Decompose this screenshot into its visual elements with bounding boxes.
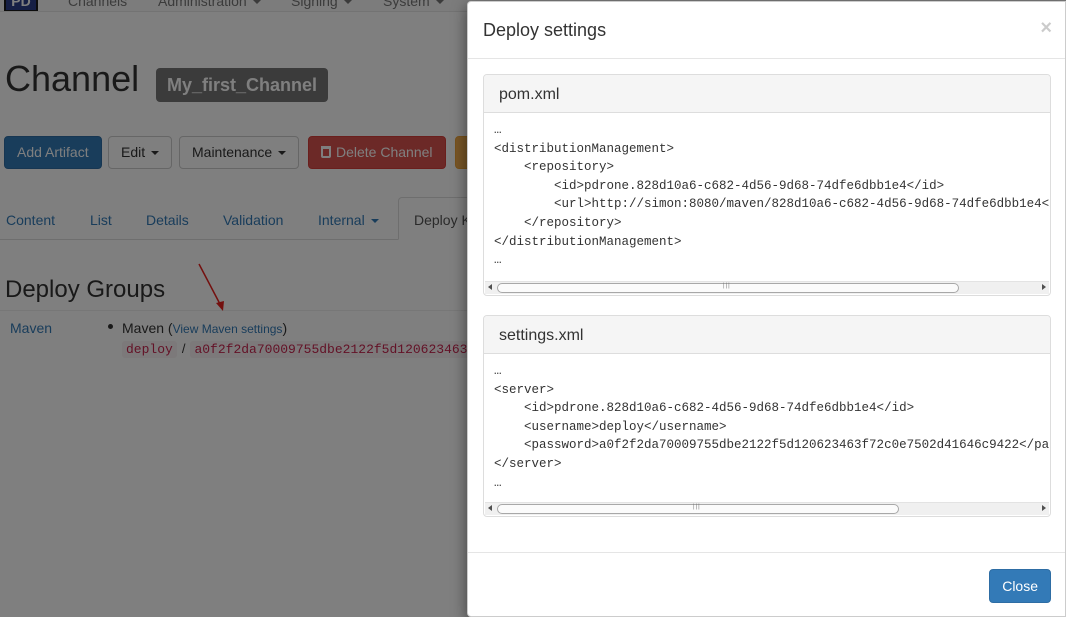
scroll-left-icon[interactable] <box>488 505 492 511</box>
modal-title: Deploy settings <box>483 20 607 40</box>
code-line: </server> <box>494 456 562 471</box>
scroll-right-icon[interactable] <box>1042 284 1046 290</box>
code-line: … <box>494 253 502 268</box>
close-button[interactable]: Close <box>989 569 1051 603</box>
pom-xml-heading: pom.xml <box>484 75 1050 113</box>
modal-footer: Close <box>468 552 1065 616</box>
code-line: <server> <box>494 382 555 397</box>
settings-xml-heading: settings.xml <box>484 316 1050 354</box>
code-line: <url>http://simon:8080/maven/828d10a6-c6… <box>494 197 1050 212</box>
scroll-left-icon[interactable] <box>488 284 492 290</box>
code-line: <repository> <box>494 160 615 175</box>
code-line: <id>pdrone.828d10a6-c682-4d56-9d68-74dfe… <box>494 178 945 193</box>
settings-xml-panel: settings.xml … <server> <id>pdrone.828d1… <box>483 315 1051 517</box>
settings-xml-code: … <server> <id>pdrone.828d10a6-c682-4d56… <box>484 354 1050 516</box>
close-icon[interactable]: × <box>1040 18 1052 38</box>
code-line: <id>pdrone.828d10a6-c682-4d56-9d68-74dfe… <box>494 401 915 416</box>
grip-icon: ||| <box>723 283 731 289</box>
grip-icon: ||| <box>693 504 701 510</box>
code-line: <distributionManagement> <box>494 141 675 156</box>
code-line: <username>deploy</username> <box>494 419 727 434</box>
pom-xml-panel: pom.xml … <distributionManagement> <repo… <box>483 74 1051 296</box>
code-line: … <box>494 123 502 137</box>
code-line: … <box>494 475 502 490</box>
code-line: </distributionManagement> <box>494 234 682 249</box>
horizontal-scrollbar[interactable]: ||| <box>485 281 1049 294</box>
deploy-settings-modal: Deploy settings × pom.xml … <distributio… <box>467 1 1066 617</box>
code-line: <password>a0f2f2da70009755dbe2122f5d1206… <box>494 438 1050 453</box>
modal-header: Deploy settings × <box>468 2 1065 59</box>
pom-xml-code: … <distributionManagement> <repository> … <box>484 113 1050 295</box>
code-line: … <box>494 364 502 378</box>
scroll-right-icon[interactable] <box>1042 505 1046 511</box>
horizontal-scrollbar[interactable]: ||| <box>485 502 1049 515</box>
code-line: </repository> <box>494 215 622 230</box>
